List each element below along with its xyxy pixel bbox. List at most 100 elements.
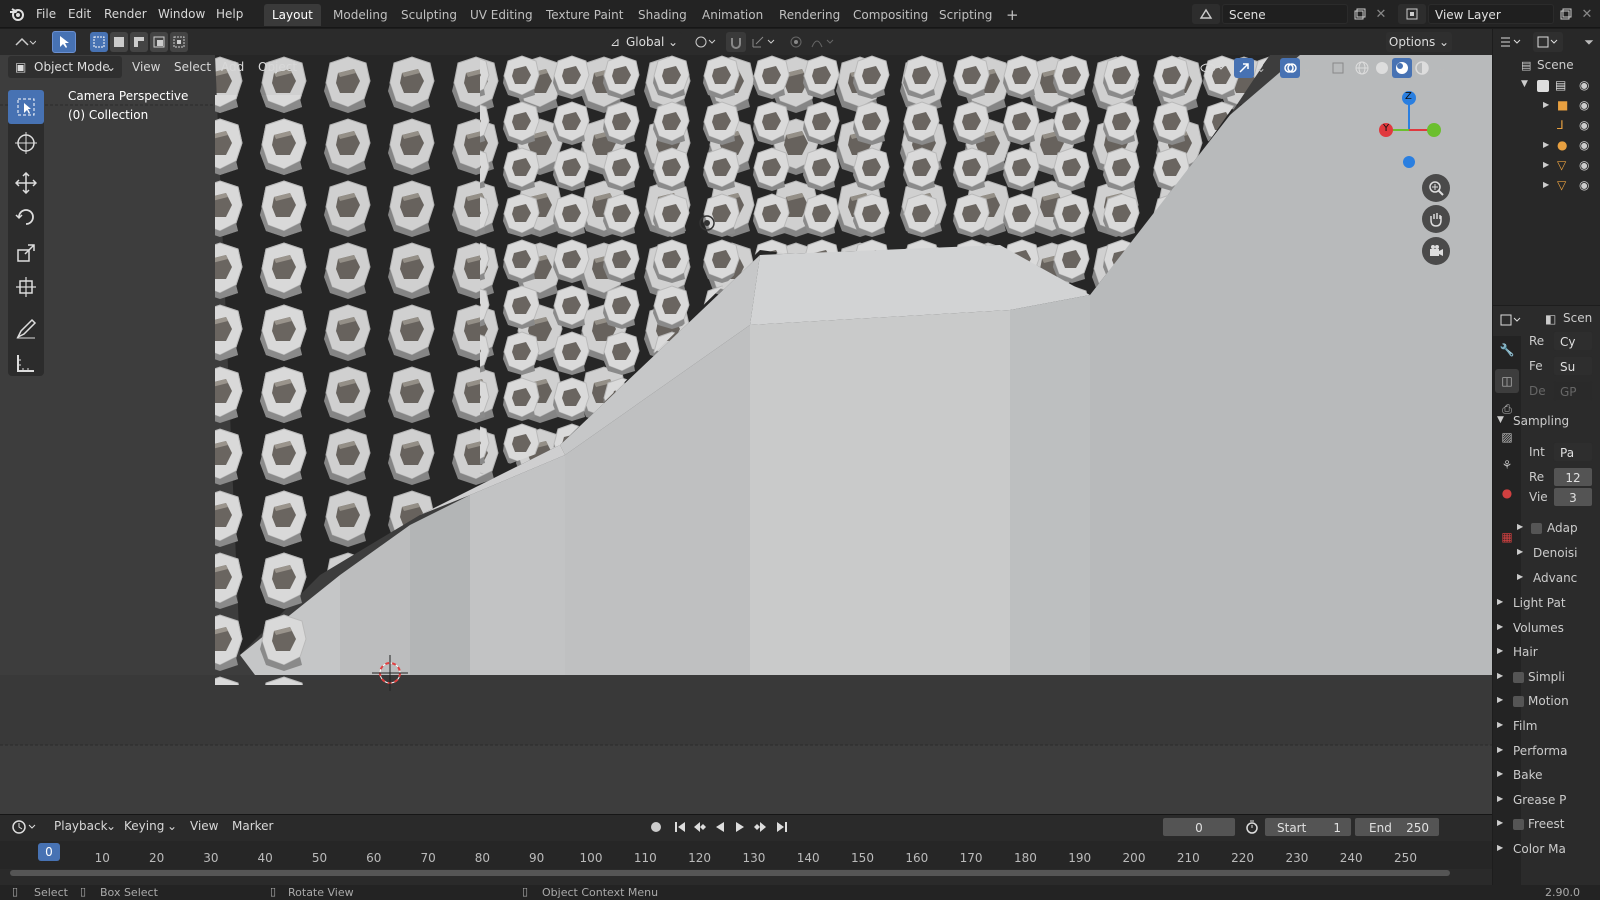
play-reverse-icon[interactable]: [710, 817, 730, 837]
select-tool-icon[interactable]: [52, 31, 76, 53]
record-button-icon[interactable]: [646, 817, 666, 837]
tab-texture-paint[interactable]: Texture Paint: [538, 4, 631, 26]
feature-set-dropdown[interactable]: Su: [1553, 356, 1593, 376]
stopwatch-icon[interactable]: [1242, 817, 1262, 837]
render-engine-dropdown[interactable]: Cy: [1553, 331, 1593, 351]
tool-cursor[interactable]: [8, 126, 44, 160]
snap-toggle-icon[interactable]: [726, 32, 746, 52]
options-dropdown[interactable]: Options ⌄: [1386, 32, 1452, 52]
jump-end-icon[interactable]: [772, 817, 792, 837]
checkbox-icon[interactable]: [1513, 696, 1524, 708]
visibility-eye-icon[interactable]: ◉: [1579, 158, 1589, 172]
visibility-eye-icon[interactable]: ◉: [1579, 78, 1589, 92]
tab-modeling[interactable]: Modeling: [325, 4, 396, 26]
tab-scene-icon[interactable]: ⚘: [1497, 454, 1517, 476]
tab-animation[interactable]: Animation: [694, 4, 771, 26]
new-view-layer-icon[interactable]: [1556, 4, 1576, 24]
select-mode-invert-icon[interactable]: [150, 32, 168, 52]
menu-edit[interactable]: Edit: [68, 0, 91, 28]
editor-type-icon[interactable]: [8, 32, 42, 52]
transform-orientation-dropdown[interactable]: ⊿ Global ⌄: [606, 32, 682, 52]
tab-scripting[interactable]: Scripting: [931, 4, 1000, 26]
3d-viewport[interactable]: Camera Perspective (0) Collection Z Y ⌄ …: [0, 55, 1492, 815]
properties-editor-type-icon[interactable]: [1497, 310, 1525, 330]
jump-start-icon[interactable]: [670, 817, 690, 837]
delete-view-layer-icon[interactable]: ✕: [1578, 4, 1596, 24]
tab-sculpting[interactable]: Sculpting: [393, 4, 465, 26]
visibility-eye-icon[interactable]: ◉: [1579, 178, 1589, 192]
outliner-scene-row[interactable]: ▤ Scene: [1493, 56, 1600, 76]
object-mode-dropdown[interactable]: ▣ Object Mode ⌄: [8, 56, 122, 78]
tab-shading[interactable]: Shading: [630, 4, 695, 26]
start-frame-field[interactable]: Start 1: [1264, 817, 1352, 837]
proportional-falloff-icon[interactable]: [808, 32, 838, 52]
tool-transform[interactable]: [8, 270, 44, 304]
visibility-eye-icon[interactable]: ◉: [1579, 138, 1589, 152]
view-layer-browse-icon[interactable]: [1398, 4, 1426, 24]
snap-target-icon[interactable]: [748, 32, 780, 52]
tab-view-layer-icon[interactable]: ▨: [1497, 426, 1517, 448]
timeline-menu-playback[interactable]: Playback: [54, 812, 108, 840]
menu-window[interactable]: Window: [158, 0, 205, 28]
outliner-item-armature[interactable]: ⅃ ◉: [1493, 116, 1600, 136]
tool-scale[interactable]: [8, 236, 44, 270]
outliner-editor-type-icon[interactable]: [1497, 32, 1525, 52]
scene-browse-icon[interactable]: [1192, 4, 1220, 24]
tab-render-icon[interactable]: ◫: [1495, 369, 1519, 393]
tab-compositing[interactable]: Compositing: [845, 4, 936, 26]
pan-hand-icon[interactable]: [1422, 205, 1450, 233]
timeline-ruler[interactable]: 0 10 20 30 40 50 60 70 80 90 100 110 120 130 140 150 160…: [0, 841, 1492, 869]
header-menu-select[interactable]: Select: [174, 53, 211, 81]
outliner-item-mesh-2[interactable]: ▶ ▽ ◉: [1493, 176, 1600, 196]
select-mode-new-icon[interactable]: [90, 32, 108, 52]
tab-rendering[interactable]: Rendering: [771, 4, 848, 26]
outliner-collection-row[interactable]: ▼ ▤ ◉: [1493, 76, 1600, 96]
visibility-eye-icon[interactable]: ◉: [1579, 118, 1589, 132]
tool-measure[interactable]: [8, 346, 44, 380]
select-mode-extend-icon[interactable]: [110, 32, 128, 52]
display-mode-icon[interactable]: [1533, 32, 1563, 52]
checkbox-icon[interactable]: [1537, 80, 1549, 92]
jump-next-keyframe-icon[interactable]: [750, 817, 770, 837]
tab-uv-editing[interactable]: UV Editing: [462, 4, 541, 26]
end-frame-field[interactable]: End 250: [1354, 817, 1440, 837]
jump-prev-keyframe-icon[interactable]: [690, 817, 710, 837]
proportional-edit-icon[interactable]: [786, 32, 806, 52]
select-mode-intersect-icon[interactable]: [170, 32, 188, 52]
menu-help[interactable]: Help: [216, 0, 243, 28]
outliner-item-mesh-1[interactable]: ▶ ▽ ◉: [1493, 156, 1600, 176]
tool-annotate[interactable]: [8, 312, 44, 346]
blender-logo-icon[interactable]: [8, 5, 26, 23]
timeline-editor-type-icon[interactable]: [8, 817, 42, 837]
playhead[interactable]: 0: [38, 843, 60, 861]
current-frame-input[interactable]: 0: [1162, 817, 1236, 837]
add-workspace-button[interactable]: +: [998, 4, 1027, 26]
timeline-menu-marker[interactable]: Marker: [232, 812, 273, 840]
tool-rotate[interactable]: [8, 200, 44, 234]
header-menu-object[interactable]: Object: [258, 53, 297, 81]
tool-select-box[interactable]: [8, 90, 44, 124]
tab-layout[interactable]: Layout: [264, 4, 321, 26]
timeline-menu-view[interactable]: View: [190, 812, 218, 840]
timeline-menu-keying[interactable]: Keying: [124, 812, 164, 840]
delete-scene-icon[interactable]: ✕: [1372, 4, 1390, 24]
integrator-dropdown[interactable]: Pa: [1553, 442, 1593, 462]
outliner-item-light[interactable]: ▶ ● ◉: [1493, 136, 1600, 156]
render-samples-input[interactable]: 12: [1553, 467, 1593, 487]
viewport-samples-input[interactable]: 3: [1553, 487, 1593, 507]
select-mode-subtract-icon[interactable]: [130, 32, 148, 52]
scene-field[interactable]: Scene: [1222, 4, 1348, 24]
menu-render[interactable]: Render: [104, 0, 147, 28]
camera-view-icon[interactable]: [1422, 237, 1450, 265]
checkbox-icon[interactable]: [1513, 671, 1524, 683]
header-menu-view[interactable]: View: [132, 53, 160, 81]
tool-move[interactable]: [8, 166, 44, 200]
new-scene-icon[interactable]: [1350, 4, 1370, 24]
tab-world-icon[interactable]: ●: [1497, 482, 1517, 504]
checkbox-icon[interactable]: [1531, 523, 1542, 534]
tab-tool-icon[interactable]: 🔧: [1497, 339, 1517, 361]
visibility-eye-icon[interactable]: ◉: [1579, 98, 1589, 112]
outliner-item-camera[interactable]: ▶ ■ ◉: [1493, 96, 1600, 116]
view-layer-field[interactable]: View Layer: [1428, 4, 1554, 24]
menu-file[interactable]: File: [36, 0, 56, 28]
